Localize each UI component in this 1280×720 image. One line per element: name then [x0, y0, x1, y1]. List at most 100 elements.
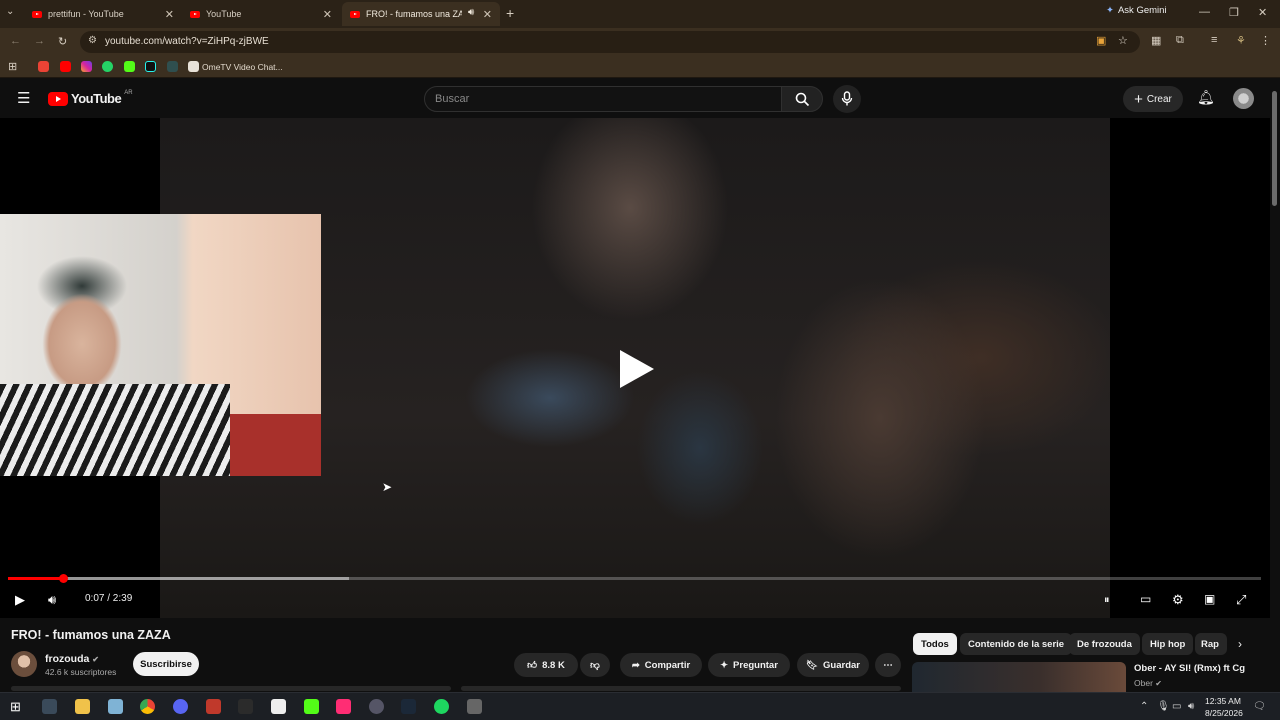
voice-search-button[interactable] [833, 85, 861, 113]
share-button[interactable]: ➦ Compartir [620, 653, 702, 677]
play-icon[interactable]: ▶ [15, 592, 25, 608]
search-input[interactable]: Buscar [424, 86, 782, 112]
ask-gemini-button[interactable]: ✦ Ask Gemini [1106, 5, 1167, 16]
task-view-icon[interactable] [42, 699, 57, 714]
back-icon[interactable]: ← [10, 35, 21, 47]
page-scrollbar[interactable] [1270, 79, 1280, 691]
large-play-icon[interactable] [620, 350, 654, 388]
new-tab-icon[interactable]: + [506, 5, 514, 21]
create-label: Crear [1146, 93, 1172, 105]
epic-games-icon[interactable] [238, 699, 253, 714]
discord-icon[interactable] [173, 699, 188, 714]
whatsapp-icon[interactable] [102, 61, 113, 72]
user-avatar[interactable] [1233, 88, 1254, 109]
tab-search-icon[interactable]: ⌄ [6, 6, 14, 17]
minimize-icon[interactable]: — [1199, 6, 1210, 18]
site-info-icon[interactable]: ⚙ [88, 35, 97, 46]
description-box[interactable] [461, 686, 901, 691]
menu-kebab-icon[interactable]: ⋮ [1260, 34, 1271, 47]
capcut-icon[interactable] [271, 699, 286, 714]
forward-icon[interactable]: → [34, 35, 45, 47]
ask-button[interactable]: ✦ Preguntar [708, 653, 790, 677]
chips-next-arrow-icon[interactable]: › [1238, 637, 1242, 651]
settings-gear-icon[interactable]: ⚙ [1172, 592, 1184, 608]
notifications-icon[interactable]: 🗨︎ [1253, 701, 1266, 712]
close-tab-icon[interactable]: ✕ [323, 8, 332, 21]
taskbar-time[interactable]: 12:35 AM [1205, 696, 1241, 706]
windows-start-icon[interactable]: ⊞ [10, 699, 21, 715]
extensions-puzzle-icon[interactable]: ⧉ [1176, 34, 1184, 47]
recommended-video-channel[interactable]: Ober ✔ [1134, 678, 1162, 688]
tray-network-icon[interactable]: ▭ [1172, 701, 1181, 712]
spotify-icon[interactable] [434, 699, 449, 714]
scrollbar-thumb[interactable] [1272, 91, 1277, 206]
tab-active-video[interactable]: FRO! - fumamos una ZAZA 🔊︎ ✕ [342, 2, 500, 26]
chip-rap[interactable]: Rap [1195, 633, 1227, 655]
video-player[interactable]: ➤ ▶ 🔊︎ 0:07 / 2:39 ⏸ ▭ ⚙ ▣ ⤢ [0, 118, 1270, 618]
chip-series-content[interactable]: Contenido de la serie [960, 633, 1073, 655]
chip-hip-hop[interactable]: Hip hop [1142, 633, 1194, 655]
youtube-logo[interactable]: YouTube AR [48, 90, 133, 106]
autoplay-toggle-icon[interactable]: ⏸ [1104, 594, 1110, 607]
dislike-button[interactable]: 👎︎ [580, 653, 610, 677]
tray-volume-icon[interactable]: 🔊︎ [1188, 701, 1194, 712]
fullscreen-icon[interactable]: ⤢ [1236, 592, 1246, 608]
voicemeeter-icon[interactable] [206, 699, 221, 714]
save-button[interactable]: 🔖︎ Guardar [797, 653, 869, 677]
browser-toolbar: ← → ↻ ⚙ youtube.com/watch?v=ZiHPq-zjBWE … [0, 28, 1280, 56]
audio-playing-icon[interactable]: 🔊︎ [468, 7, 474, 18]
tiktok-icon[interactable] [145, 61, 156, 72]
reload-icon[interactable]: ↻ [58, 35, 67, 48]
tab-youtube[interactable]: YouTube ✕ [182, 2, 340, 26]
create-button[interactable]: + Crear [1123, 86, 1183, 112]
apps-grid-icon[interactable]: ⊞ [8, 60, 17, 73]
ometv-icon[interactable] [188, 61, 199, 72]
address-bar[interactable]: ⚙ youtube.com/watch?v=ZiHPq-zjBWE ▣ ☆ [80, 31, 1140, 53]
scrubber-handle[interactable] [59, 574, 69, 583]
recommended-video-thumbnail[interactable] [912, 662, 1126, 692]
chip-todos[interactable]: Todos [913, 633, 957, 655]
restore-icon[interactable]: ❐ [1229, 6, 1239, 19]
kick-icon[interactable] [124, 61, 135, 72]
obs-icon[interactable] [369, 699, 384, 714]
instagram-icon[interactable] [81, 61, 92, 72]
hamburger-menu-icon[interactable]: ☰ [17, 89, 30, 107]
more-actions-button[interactable]: ⋯ [875, 653, 901, 677]
progress-bar[interactable] [8, 574, 1261, 583]
theater-mode-icon[interactable]: ▣ [1204, 592, 1215, 606]
profile-icon[interactable]: ⚘ [1236, 34, 1246, 47]
install-app-icon[interactable]: ▣ [1096, 34, 1106, 47]
reading-list-icon[interactable]: ≡ [1211, 34, 1217, 46]
like-button[interactable]: 👍︎ 8.8 K [514, 653, 578, 677]
tray-mic-icon[interactable]: 🎙︎ [1157, 701, 1170, 712]
gmail-icon[interactable] [38, 61, 49, 72]
notifications-bell-icon[interactable]: 🔔︎ [1197, 89, 1215, 106]
channel-avatar[interactable] [11, 651, 37, 677]
chip-from-channel[interactable]: De frozouda [1069, 633, 1140, 655]
tray-expand-icon[interactable]: ⌃ [1140, 701, 1148, 712]
steam-icon[interactable] [401, 699, 416, 714]
taskbar-date[interactable]: 8/25/2026 [1205, 708, 1243, 718]
gamepad-icon[interactable] [467, 699, 482, 714]
subscribe-button[interactable]: Suscribirse [133, 652, 199, 676]
close-tab-icon[interactable]: ✕ [483, 8, 492, 21]
chrome-icon[interactable] [140, 699, 155, 714]
close-window-icon[interactable]: ✕ [1258, 6, 1267, 19]
recommended-video-title[interactable]: Ober - AY SI! (Rmx) ft Cg [1134, 663, 1245, 674]
bookmark-globe-icon[interactable] [167, 61, 178, 72]
search-button[interactable] [781, 86, 823, 112]
extension-icon[interactable]: ▦ [1151, 34, 1161, 47]
file-explorer-icon[interactable] [75, 699, 90, 714]
tab-prettifun[interactable]: prettifun - YouTube ✕ [24, 2, 182, 26]
subtitles-icon[interactable]: ▭ [1140, 592, 1151, 606]
close-tab-icon[interactable]: ✕ [165, 8, 174, 21]
tiktok-app-icon[interactable] [336, 699, 351, 714]
bookmark-ometv[interactable]: OmeTV Video Chat... [202, 62, 283, 72]
bookmark-star-icon[interactable]: ☆ [1118, 34, 1128, 47]
notepad-icon[interactable] [108, 699, 123, 714]
youtube-bookmark-icon[interactable] [60, 61, 71, 72]
comments-preview[interactable] [11, 686, 451, 691]
kick-app-icon[interactable] [304, 699, 319, 714]
volume-icon[interactable]: 🔊︎ [48, 592, 56, 608]
channel-name[interactable]: frozouda ✔ [45, 653, 99, 665]
